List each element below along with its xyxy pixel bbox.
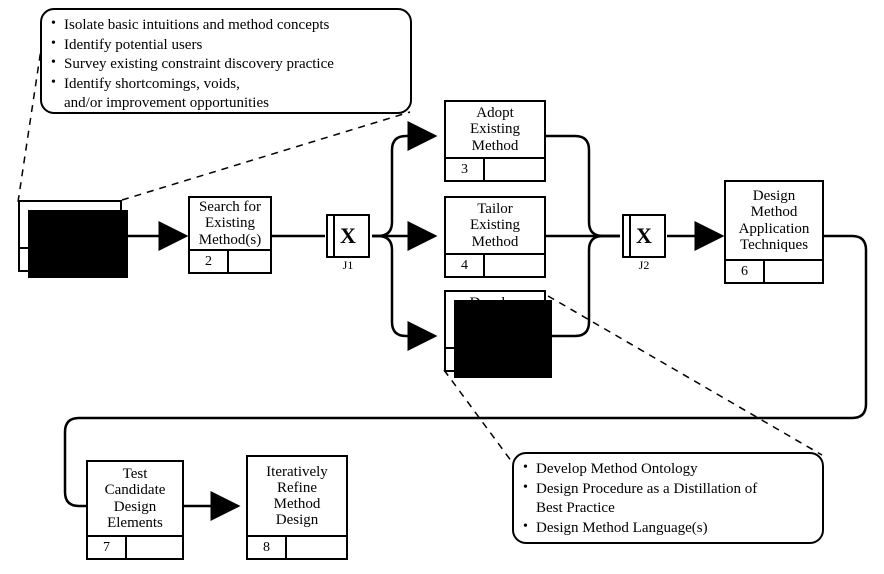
process-box-5-line-1: New [480, 311, 510, 328]
process-box-3-footer: 3 [446, 157, 544, 180]
process-box-7-line-2: Design [113, 498, 157, 515]
process-box-7[interactable]: Test Candidate Design Elements 7 [86, 460, 184, 560]
note-top-item-1: Identify potential users [50, 35, 400, 56]
junction-j2-label: J2 [638, 258, 650, 272]
process-box-2-title: Search for Existing Method(s) [190, 198, 270, 249]
process-box-4-footer: 4 [446, 253, 544, 276]
note-top-item-3: Identify shortcomings, voids, [50, 74, 400, 95]
junction-j1-label: J1 [342, 258, 354, 272]
process-box-8-number: 8 [248, 537, 287, 558]
process-box-5-footer: 5 [446, 347, 544, 370]
junction-j1-bar [333, 216, 335, 256]
process-box-6-number: 6 [726, 261, 765, 282]
process-box-6-line-3: Techniques [739, 236, 809, 253]
process-box-5-line-2: Method [471, 327, 519, 344]
process-box-6[interactable]: Design Method Application Techniques 6 [724, 180, 824, 284]
process-box-7-line-3: Elements [107, 514, 163, 531]
process-box-8-line-2: Method [273, 496, 321, 512]
note-top-list: Isolate basic intuitions and method conc… [50, 15, 400, 114]
process-box-4-line-2: Method [471, 233, 519, 250]
note-bottom-item-1: Design Procedure as a Distillation of [522, 479, 812, 500]
process-box-5-blank [485, 349, 544, 370]
process-box-2-line-2: Method(s) [198, 231, 262, 248]
link-j1-to-5 [372, 234, 438, 351]
process-box-6-line-0: Design [752, 188, 796, 205]
process-box-1-number: 1 [20, 249, 59, 270]
process-box-2[interactable]: Search for Existing Method(s) 2 [188, 196, 272, 274]
process-box-7-blank [127, 537, 182, 558]
process-box-1-title: Document Motivations [20, 202, 120, 247]
process-box-7-title: Test Candidate Design Elements [88, 462, 182, 535]
leader-note-bottom-right [547, 295, 823, 456]
process-box-5-title: Develop New Method [446, 292, 544, 347]
callout-note-bottom: Develop Method Ontology Design Procedure… [512, 452, 824, 544]
process-box-5-line-0: Develop [469, 295, 521, 312]
process-box-3-number: 3 [446, 159, 485, 180]
process-box-7-number: 7 [88, 537, 127, 558]
note-bottom-item-2: Best Practice [536, 500, 615, 516]
process-box-7-line-1: Candidate [104, 482, 166, 499]
process-box-8-title: Iteratively Refine Method Design [248, 457, 346, 535]
flowchart-canvas: Isolate basic intuitions and method conc… [0, 0, 884, 574]
junction-j2-symbol: X [636, 223, 652, 248]
process-box-1-line-1: Motivations [33, 224, 107, 241]
process-box-1-line-0: Document [38, 208, 102, 225]
process-box-3-line-0: Adopt [476, 105, 514, 122]
process-box-2-line-1: Existing [204, 215, 255, 232]
process-box-3-title: Adopt Existing Method [446, 102, 544, 157]
process-box-1-blank [59, 249, 120, 270]
junction-j2-bar [629, 216, 631, 256]
process-box-8-footer: 8 [248, 535, 346, 558]
note-bottom-item-3: Design Method Language(s) [522, 518, 812, 539]
process-box-7-line-0: Test [122, 466, 148, 483]
process-box-6-footer: 6 [726, 259, 822, 282]
process-box-3-blank [485, 159, 544, 180]
link-5-to-j2 [546, 234, 620, 338]
process-box-3-line-2: Method [471, 137, 519, 154]
process-box-2-blank [229, 251, 270, 272]
process-box-4-number: 4 [446, 255, 485, 276]
process-box-4-blank [485, 255, 544, 276]
process-box-4-title: Tailor Existing Method [446, 198, 544, 253]
process-box-8-blank [287, 537, 346, 558]
process-box-1-footer: 1 [20, 247, 120, 270]
leader-note-top-right [121, 111, 411, 201]
process-box-1[interactable]: Document Motivations 1 [18, 200, 128, 278]
process-box-2-footer: 2 [190, 249, 270, 272]
link-3-to-j2 [546, 134, 620, 238]
note-bottom-list: Develop Method Ontology Design Procedure… [522, 459, 812, 539]
process-box-2-number: 2 [190, 251, 229, 272]
process-box-7-footer: 7 [88, 535, 182, 558]
process-box-8-line-1: Refine [277, 479, 317, 496]
note-top-item-2: Survey existing constraint discovery pra… [50, 54, 400, 75]
process-box-6-title: Design Method Application Techniques [726, 182, 822, 259]
note-top-item-0: Isolate basic intuitions and method conc… [50, 15, 400, 36]
process-box-5-number: 5 [446, 349, 485, 370]
junction-j2-symbol-box: X [622, 214, 666, 258]
process-box-8-line-3: Design [275, 512, 319, 529]
process-box-4-line-0: Tailor [477, 201, 513, 218]
process-box-6-line-1: Method [750, 204, 798, 221]
link-j1-to-3 [372, 121, 438, 238]
process-box-3[interactable]: Adopt Existing Method 3 [444, 100, 546, 182]
note-top-item-4: and/or improvement opportunities [64, 95, 269, 111]
junction-j2[interactable]: X J2 [622, 214, 666, 271]
leader-note-bottom-left [443, 369, 513, 463]
process-box-4-line-1: Existing [469, 217, 520, 234]
callout-note-top: Isolate basic intuitions and method conc… [40, 8, 412, 114]
junction-j1-symbol-box: X [326, 214, 370, 258]
process-box-4[interactable]: Tailor Existing Method 4 [444, 196, 546, 278]
junction-j1[interactable]: X J1 [326, 214, 370, 271]
process-box-5[interactable]: Develop New Method 5 [444, 290, 552, 378]
process-box-6-line-2: Application [738, 220, 810, 237]
process-box-3-line-1: Existing [469, 121, 520, 138]
process-box-8-line-0: Iteratively [266, 463, 328, 480]
process-box-2-line-0: Search for [198, 199, 262, 216]
process-box-8[interactable]: Iteratively Refine Method Design 8 [246, 455, 348, 560]
process-box-6-blank [765, 261, 822, 282]
note-bottom-item-0: Develop Method Ontology [522, 459, 812, 480]
junction-j1-symbol: X [340, 223, 356, 248]
